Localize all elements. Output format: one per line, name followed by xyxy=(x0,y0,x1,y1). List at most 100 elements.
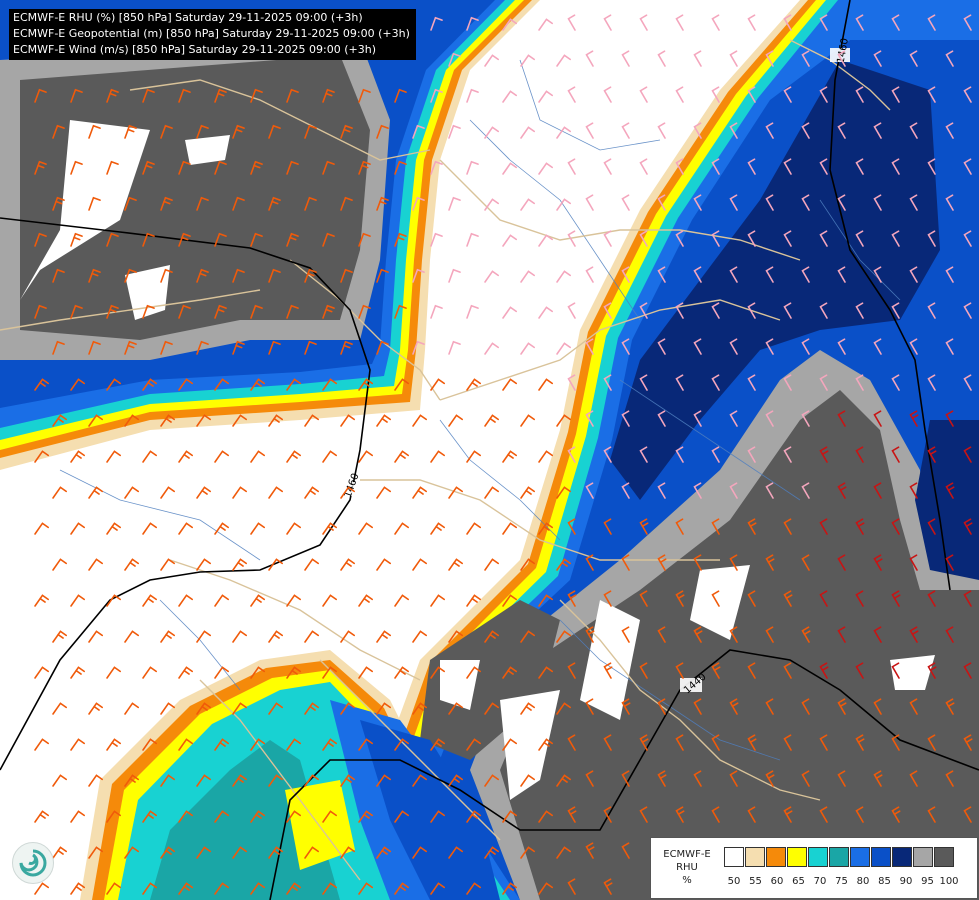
wind-barb xyxy=(585,122,594,139)
wind-barb xyxy=(538,378,553,391)
wind-barb xyxy=(304,630,319,643)
title-line-rhu: ECMWF-E RHU (%) [850 hPa] Saturday 29-11… xyxy=(13,11,363,24)
wind-barb xyxy=(538,306,553,319)
wind-barb xyxy=(538,162,553,175)
river-3 xyxy=(439,419,561,541)
wind-barb xyxy=(657,50,666,67)
wind-barb xyxy=(106,450,121,463)
legend-swatch xyxy=(787,847,807,867)
wind-barb xyxy=(412,558,427,571)
legend-tick-labels: 50 55 60 65 70 75 80 85 90 95 100 xyxy=(728,876,974,890)
wind-barb xyxy=(466,450,481,463)
wind-barb xyxy=(304,486,319,499)
wind-barb xyxy=(729,50,738,67)
wind-barb xyxy=(268,630,283,643)
legend-swatch xyxy=(766,847,786,867)
wind-barb xyxy=(585,194,594,211)
wind-barb xyxy=(88,630,103,643)
wind-barb xyxy=(538,234,553,247)
legend-swatch xyxy=(934,847,954,867)
wind-barb xyxy=(52,630,67,643)
wind-barb xyxy=(567,86,576,103)
wind-barb xyxy=(412,486,427,499)
wind-barb xyxy=(502,90,517,103)
wind-barb xyxy=(160,558,175,571)
wind-barb xyxy=(322,450,337,463)
wind-barb xyxy=(250,450,265,463)
wind-barb xyxy=(70,738,85,751)
wind-barb xyxy=(585,266,594,283)
wind-barb xyxy=(430,450,445,463)
wind-barb xyxy=(124,702,139,715)
legend-swatch xyxy=(808,847,828,867)
legend-swatch xyxy=(850,847,870,867)
legend-title: ECMWF-E RHU % xyxy=(655,848,719,887)
wind-barb xyxy=(70,450,85,463)
wind-barb xyxy=(106,738,121,751)
humidity-legend: ECMWF-E RHU % 50 55 60 65 70 75 80 85 90 95 100 xyxy=(650,837,978,899)
wind-barb xyxy=(711,14,720,31)
wind-barb xyxy=(412,414,427,427)
wind-barb xyxy=(567,14,576,31)
wind-barb xyxy=(70,810,85,823)
wind-barb xyxy=(214,522,229,535)
wind-barb xyxy=(585,50,594,67)
wind-barb xyxy=(142,522,157,535)
wind-barb xyxy=(178,666,193,679)
legend-title-variable: RHU xyxy=(676,862,698,873)
wind-barb xyxy=(520,414,535,427)
wind-barb xyxy=(520,486,535,499)
wind-barb xyxy=(502,162,517,175)
legend-title-model: ECMWF-E xyxy=(663,849,711,860)
title-line-geopotential: ECMWF-E Geopotential (m) [850 hPa] Satur… xyxy=(13,27,410,40)
wind-barb xyxy=(322,594,337,607)
wind-barb xyxy=(340,558,355,571)
wind-barb xyxy=(34,594,49,607)
swirl-icon xyxy=(19,849,47,877)
wind-barb xyxy=(556,54,571,67)
wind-barb xyxy=(394,522,409,535)
wind-barb xyxy=(106,594,121,607)
wind-barb xyxy=(556,342,571,355)
wind-barb xyxy=(340,414,355,427)
wind-barb xyxy=(358,522,373,535)
wind-barb xyxy=(52,558,67,571)
wind-barb xyxy=(621,194,630,211)
wind-barb xyxy=(358,594,373,607)
wind-barb xyxy=(621,122,630,139)
forecast-title-box: ECMWF-E RHU (%) [850 hPa] Saturday 29-11… xyxy=(9,9,416,60)
wind-barb xyxy=(124,486,139,499)
legend-tick-label: 100 xyxy=(939,876,959,887)
humidity-map: 1460 1460 1440 xyxy=(0,0,979,900)
wind-barb xyxy=(639,86,648,103)
legend-swatch xyxy=(913,847,933,867)
legend-swatch xyxy=(829,847,849,867)
wind-barb xyxy=(376,486,391,499)
wind-barb xyxy=(603,158,612,175)
wind-barb xyxy=(286,522,301,535)
wind-barb xyxy=(70,522,85,535)
wind-barb xyxy=(538,90,553,103)
wind-barb xyxy=(675,14,684,31)
wind-barb xyxy=(430,522,445,535)
wind-barb xyxy=(448,486,463,499)
wind-barb xyxy=(214,450,229,463)
wind-barb xyxy=(502,378,517,391)
legend-swatch xyxy=(724,847,744,867)
weather-map-viewer: 1460 1460 1440 ECMWF-E RHU (%) [850 hPa]… xyxy=(0,0,979,900)
wind-barb xyxy=(520,198,535,211)
wind-barb xyxy=(196,486,211,499)
legend-swatch xyxy=(745,847,765,867)
wind-barb xyxy=(603,14,612,31)
wind-barb xyxy=(502,306,517,319)
wind-barb xyxy=(520,126,535,139)
wind-barb xyxy=(502,522,517,535)
wind-barb xyxy=(142,594,157,607)
wind-barb xyxy=(448,268,461,283)
wind-barb xyxy=(466,232,479,247)
wind-barb xyxy=(106,666,121,679)
wind-barb xyxy=(232,558,247,571)
wind-barb xyxy=(232,630,247,643)
wind-barb xyxy=(448,558,463,571)
wind-barb xyxy=(304,558,319,571)
